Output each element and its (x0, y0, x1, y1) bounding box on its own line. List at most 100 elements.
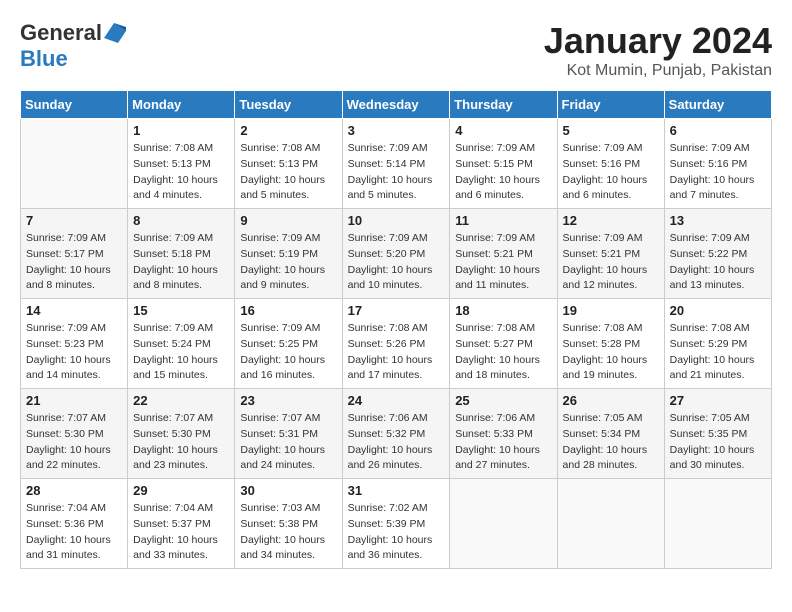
sun-info: Sunrise: 7:09 AMSunset: 5:18 PMDaylight:… (133, 231, 229, 294)
sun-info: Sunrise: 7:08 AMSunset: 5:27 PMDaylight:… (455, 321, 551, 384)
day-number: 16 (240, 303, 336, 318)
calendar-cell: 31 Sunrise: 7:02 AMSunset: 5:39 PMDayligh… (342, 479, 450, 569)
calendar-header-row: SundayMondayTuesdayWednesdayThursdayFrid… (21, 91, 772, 119)
sun-info: Sunrise: 7:07 AMSunset: 5:30 PMDaylight:… (133, 411, 229, 474)
calendar-cell: 11 Sunrise: 7:09 AMSunset: 5:21 PMDayligh… (450, 209, 557, 299)
day-number: 18 (455, 303, 551, 318)
logo-bird-icon (104, 23, 126, 43)
calendar-cell: 18 Sunrise: 7:08 AMSunset: 5:27 PMDayligh… (450, 299, 557, 389)
sun-info: Sunrise: 7:03 AMSunset: 5:38 PMDaylight:… (240, 501, 336, 564)
calendar-cell: 5Sunrise: 7:09 AMSunset: 5:16 PMDaylight… (557, 119, 664, 209)
day-number: 1 (133, 123, 229, 138)
day-number: 23 (240, 393, 336, 408)
calendar-cell (21, 119, 128, 209)
calendar-week-row: 14Sunrise: 7:09 AMSunset: 5:23 PMDayligh… (21, 299, 772, 389)
calendar-cell: 21 Sunrise: 7:07 AMSunset: 5:30 PMDayligh… (21, 389, 128, 479)
sun-info: Sunrise: 7:08 AMSunset: 5:29 PMDaylight:… (670, 321, 766, 384)
day-number: 4 (455, 123, 551, 138)
calendar-cell: 6 Sunrise: 7:09 AMSunset: 5:16 PMDaylight… (664, 119, 771, 209)
sun-info: Sunrise: 7:09 AMSunset: 5:20 PMDaylight:… (348, 231, 445, 294)
logo-blue: Blue (20, 46, 68, 71)
day-number: 14 (26, 303, 122, 318)
calendar-cell: 30 Sunrise: 7:03 AMSunset: 5:38 PMDayligh… (235, 479, 342, 569)
calendar-week-row: 1 Sunrise: 7:08 AMSunset: 5:13 PMDaylight… (21, 119, 772, 209)
calendar-cell: 1 Sunrise: 7:08 AMSunset: 5:13 PMDaylight… (128, 119, 235, 209)
header-day-friday: Friday (557, 91, 664, 119)
sun-info: Sunrise: 7:09 AMSunset: 5:22 PMDaylight:… (670, 231, 766, 294)
calendar-cell: 19Sunrise: 7:08 AMSunset: 5:28 PMDayligh… (557, 299, 664, 389)
calendar-cell: 9Sunrise: 7:09 AMSunset: 5:19 PMDaylight… (235, 209, 342, 299)
calendar-cell: 3 Sunrise: 7:09 AMSunset: 5:14 PMDaylight… (342, 119, 450, 209)
day-number: 20 (670, 303, 766, 318)
title-block: January 2024 Kot Mumin, Punjab, Pakistan (544, 20, 772, 80)
header-day-tuesday: Tuesday (235, 91, 342, 119)
day-number: 3 (348, 123, 445, 138)
day-number: 24 (348, 393, 445, 408)
header-day-saturday: Saturday (664, 91, 771, 119)
calendar-cell: 17Sunrise: 7:08 AMSunset: 5:26 PMDayligh… (342, 299, 450, 389)
day-number: 11 (455, 213, 551, 228)
sun-info: Sunrise: 7:09 AMSunset: 5:21 PMDaylight:… (563, 231, 659, 294)
logo-general: General (20, 20, 102, 46)
calendar-cell: 24 Sunrise: 7:06 AMSunset: 5:32 PMDayligh… (342, 389, 450, 479)
sun-info: Sunrise: 7:02 AMSunset: 5:39 PMDaylight:… (348, 501, 445, 564)
day-number: 2 (240, 123, 336, 138)
calendar-cell: 13Sunrise: 7:09 AMSunset: 5:22 PMDayligh… (664, 209, 771, 299)
calendar-cell (450, 479, 557, 569)
header-day-thursday: Thursday (450, 91, 557, 119)
day-number: 21 (26, 393, 122, 408)
sun-info: Sunrise: 7:04 AMSunset: 5:37 PMDaylight:… (133, 501, 229, 564)
logo: General Blue (20, 20, 126, 72)
calendar-cell: 22Sunrise: 7:07 AMSunset: 5:30 PMDayligh… (128, 389, 235, 479)
calendar-body: 1 Sunrise: 7:08 AMSunset: 5:13 PMDaylight… (21, 119, 772, 569)
day-number: 8 (133, 213, 229, 228)
header-day-wednesday: Wednesday (342, 91, 450, 119)
calendar-cell: 12Sunrise: 7:09 AMSunset: 5:21 PMDayligh… (557, 209, 664, 299)
day-number: 29 (133, 483, 229, 498)
calendar-cell: 27Sunrise: 7:05 AMSunset: 5:35 PMDayligh… (664, 389, 771, 479)
calendar-cell: 16 Sunrise: 7:09 AMSunset: 5:25 PMDayligh… (235, 299, 342, 389)
sun-info: Sunrise: 7:07 AMSunset: 5:30 PMDaylight:… (26, 411, 122, 474)
sun-info: Sunrise: 7:06 AMSunset: 5:33 PMDaylight:… (455, 411, 551, 474)
header-day-monday: Monday (128, 91, 235, 119)
calendar-table: SundayMondayTuesdayWednesdayThursdayFrid… (20, 90, 772, 569)
day-number: 30 (240, 483, 336, 498)
calendar-header: SundayMondayTuesdayWednesdayThursdayFrid… (21, 91, 772, 119)
calendar-cell: 2 Sunrise: 7:08 AMSunset: 5:13 PMDaylight… (235, 119, 342, 209)
day-number: 26 (563, 393, 659, 408)
day-number: 31 (348, 483, 445, 498)
sun-info: Sunrise: 7:05 AMSunset: 5:35 PMDaylight:… (670, 411, 766, 474)
calendar-cell: 10 Sunrise: 7:09 AMSunset: 5:20 PMDayligh… (342, 209, 450, 299)
page-header: General Blue January 2024 Kot Mumin, Pun… (20, 20, 772, 80)
calendar-week-row: 28Sunrise: 7:04 AMSunset: 5:36 PMDayligh… (21, 479, 772, 569)
sun-info: Sunrise: 7:09 AMSunset: 5:15 PMDaylight:… (455, 141, 551, 204)
calendar-cell: 7 Sunrise: 7:09 AMSunset: 5:17 PMDaylight… (21, 209, 128, 299)
sun-info: Sunrise: 7:07 AMSunset: 5:31 PMDaylight:… (240, 411, 336, 474)
day-number: 10 (348, 213, 445, 228)
sun-info: Sunrise: 7:08 AMSunset: 5:13 PMDaylight:… (133, 141, 229, 204)
sun-info: Sunrise: 7:09 AMSunset: 5:16 PMDaylight:… (563, 141, 659, 204)
page-subtitle: Kot Mumin, Punjab, Pakistan (544, 62, 772, 80)
sun-info: Sunrise: 7:09 AMSunset: 5:25 PMDaylight:… (240, 321, 336, 384)
sun-info: Sunrise: 7:09 AMSunset: 5:16 PMDaylight:… (670, 141, 766, 204)
sun-info: Sunrise: 7:08 AMSunset: 5:13 PMDaylight:… (240, 141, 336, 204)
calendar-cell: 29 Sunrise: 7:04 AMSunset: 5:37 PMDayligh… (128, 479, 235, 569)
sun-info: Sunrise: 7:09 AMSunset: 5:21 PMDaylight:… (455, 231, 551, 294)
calendar-cell: 28Sunrise: 7:04 AMSunset: 5:36 PMDayligh… (21, 479, 128, 569)
calendar-cell: 23 Sunrise: 7:07 AMSunset: 5:31 PMDayligh… (235, 389, 342, 479)
day-number: 7 (26, 213, 122, 228)
header-day-sunday: Sunday (21, 91, 128, 119)
day-number: 6 (670, 123, 766, 138)
sun-info: Sunrise: 7:06 AMSunset: 5:32 PMDaylight:… (348, 411, 445, 474)
calendar-cell: 25Sunrise: 7:06 AMSunset: 5:33 PMDayligh… (450, 389, 557, 479)
sun-info: Sunrise: 7:09 AMSunset: 5:17 PMDaylight:… (26, 231, 122, 294)
calendar-cell: 4 Sunrise: 7:09 AMSunset: 5:15 PMDaylight… (450, 119, 557, 209)
calendar-week-row: 7 Sunrise: 7:09 AMSunset: 5:17 PMDaylight… (21, 209, 772, 299)
sun-info: Sunrise: 7:05 AMSunset: 5:34 PMDaylight:… (563, 411, 659, 474)
calendar-cell: 14Sunrise: 7:09 AMSunset: 5:23 PMDayligh… (21, 299, 128, 389)
sun-info: Sunrise: 7:04 AMSunset: 5:36 PMDaylight:… (26, 501, 122, 564)
day-number: 9 (240, 213, 336, 228)
sun-info: Sunrise: 7:09 AMSunset: 5:14 PMDaylight:… (348, 141, 445, 204)
calendar-cell (664, 479, 771, 569)
day-number: 17 (348, 303, 445, 318)
